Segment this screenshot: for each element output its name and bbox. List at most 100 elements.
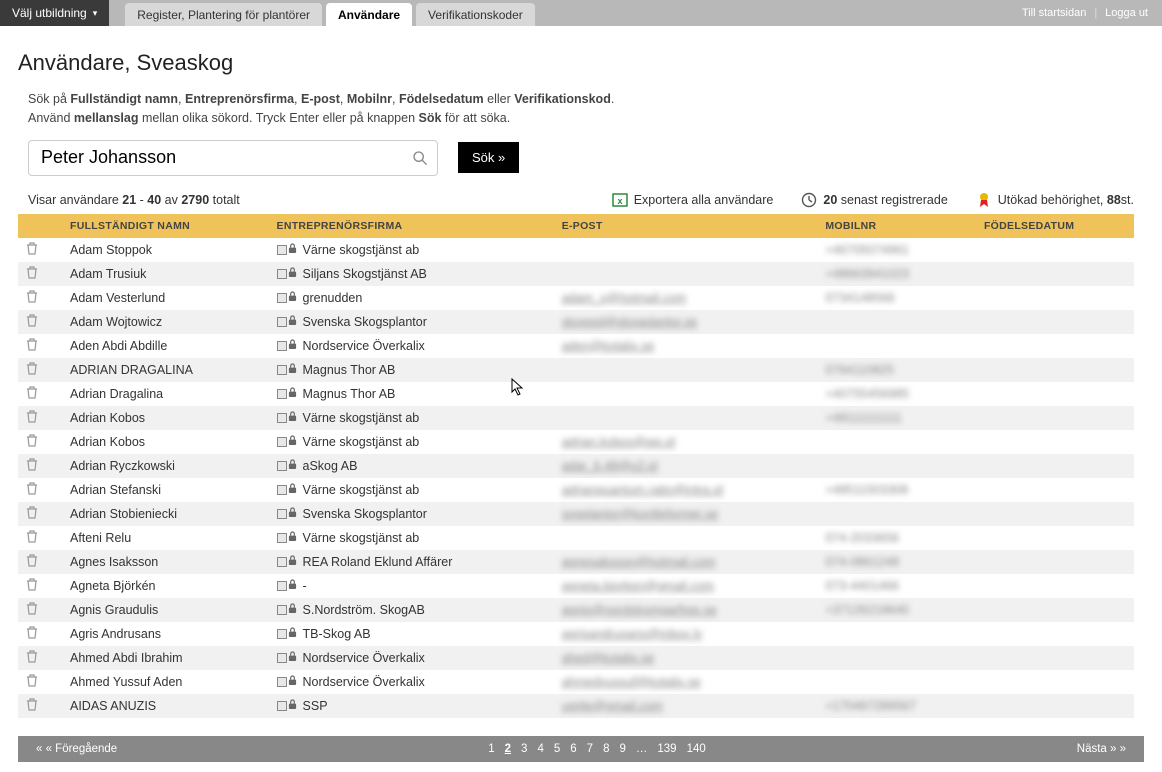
delete-button[interactable] [18, 646, 62, 670]
firm-icons[interactable] [277, 267, 297, 281]
pager-prev[interactable]: « « Föregående [36, 743, 117, 755]
firm-icons[interactable] [277, 627, 297, 641]
firm-icons[interactable] [277, 651, 297, 665]
delete-button[interactable] [18, 310, 62, 334]
firm-icons[interactable] [277, 579, 297, 593]
table-row[interactable]: Adrian DragalinaMagnus Thor AB+407554569… [18, 382, 1134, 406]
firm-icons[interactable] [277, 603, 297, 617]
table-row[interactable]: Adrian StobienieckiSvenska Skogsplantors… [18, 502, 1134, 526]
chevron-down-icon: ▾ [93, 8, 98, 19]
delete-button[interactable] [18, 622, 62, 646]
badge-icon [976, 192, 992, 208]
export-link[interactable]: x Exportera alla användare [612, 192, 774, 208]
delete-button[interactable] [18, 550, 62, 574]
delete-button[interactable] [18, 406, 62, 430]
delete-button[interactable] [18, 526, 62, 550]
delete-button[interactable] [18, 382, 62, 406]
table-row[interactable]: Adam Vesterlundgrenuddenadam_v@hotmail.c… [18, 286, 1134, 310]
recent-link[interactable]: 20 senast registrerade [801, 192, 947, 208]
table-row[interactable]: Adam TrusiukSiljans Skogstjänst AB+48663… [18, 262, 1134, 286]
cell-dob [976, 382, 1134, 406]
pager-page[interactable]: 3 [521, 743, 527, 755]
pager-page[interactable]: 9 [619, 743, 625, 755]
table-row[interactable]: AIDAS ANUZISSSPugrite@gmail.com+17046728… [18, 694, 1134, 718]
delete-button[interactable] [18, 358, 62, 382]
table-row[interactable]: Adrian KobosVärne skogstjänst abadrian.k… [18, 430, 1134, 454]
delete-button[interactable] [18, 598, 62, 622]
table-row[interactable]: Aden Abdi AbdilleNordservice Överkalixad… [18, 334, 1134, 358]
start-link[interactable]: Till startsidan [1022, 7, 1086, 19]
tab-users[interactable]: Användare [326, 3, 412, 26]
col-mobile[interactable]: MOBILNR [817, 214, 976, 238]
delete-button[interactable] [18, 478, 62, 502]
firm-icons[interactable] [277, 291, 297, 305]
firm-icons[interactable] [277, 387, 297, 401]
firm-icons[interactable] [277, 675, 297, 689]
delete-button[interactable] [18, 334, 62, 358]
search-input[interactable] [28, 140, 438, 176]
pager-page[interactable]: 1 [488, 743, 494, 755]
pager-next[interactable]: Nästa » » [1077, 743, 1126, 755]
showing-text: Visar användare 21 - 40 av 2790 totalt [28, 193, 240, 207]
table-row[interactable]: Ahmed Yussuf AdenNordservice Överkalixah… [18, 670, 1134, 694]
cell-dob [976, 310, 1134, 334]
firm-icons[interactable] [277, 555, 297, 569]
table-row[interactable]: Afteni ReluVärne skogstjänst ab074-20336… [18, 526, 1134, 550]
firm-icons[interactable] [277, 435, 297, 449]
col-dob[interactable]: FÖDELSEDATUM [976, 214, 1134, 238]
table-row[interactable]: Agris AndrusansTB-Skog ABagrisandrusans@… [18, 622, 1134, 646]
table-row[interactable]: Adrian KobosVärne skogstjänst ab+4811111… [18, 406, 1134, 430]
table-row[interactable]: Adrian StefanskiVärne skogstjänst abadri… [18, 478, 1134, 502]
table-row[interactable]: Ahmed Abdi IbrahimNordservice Överkalixa… [18, 646, 1134, 670]
delete-button[interactable] [18, 502, 62, 526]
delete-button[interactable] [18, 694, 62, 718]
firm-icons[interactable] [277, 459, 297, 473]
firm-icons[interactable] [277, 243, 297, 257]
col-email[interactable]: E-POST [554, 214, 818, 238]
firm-icons[interactable] [277, 699, 297, 713]
pager-page[interactable]: 2 [505, 743, 511, 755]
delete-button[interactable] [18, 574, 62, 598]
firm-icons[interactable] [277, 531, 297, 545]
choose-training-button[interactable]: Välj utbildning ▾ [0, 0, 109, 26]
col-name[interactable]: FULLSTÄNDIGT NAMN [62, 214, 269, 238]
logout-link[interactable]: Logga ut [1105, 7, 1148, 19]
table-row[interactable]: Adam StoppokVärne skogstjänst ab+4670507… [18, 238, 1134, 262]
delete-button[interactable] [18, 238, 62, 262]
pager-page[interactable]: 139 [657, 743, 676, 755]
cell-firm: Nordservice Överkalix [269, 646, 554, 670]
cell-name: Adam Stoppok [62, 238, 269, 262]
delete-button[interactable] [18, 454, 62, 478]
firm-icons[interactable] [277, 363, 297, 377]
table-row[interactable]: ADRIAN DRAGALINAMagnus Thor AB0764110825 [18, 358, 1134, 382]
table-row[interactable]: Agnes IsakssonREA Roland Eklund Affärera… [18, 550, 1134, 574]
tab-register[interactable]: Register, Plantering för plantörer [125, 3, 322, 26]
pager-page[interactable]: 5 [554, 743, 560, 755]
cell-mobile: 074-0861248 [817, 550, 976, 574]
delete-button[interactable] [18, 262, 62, 286]
firm-icons[interactable] [277, 507, 297, 521]
tab-verification-codes[interactable]: Verifikationskoder [416, 3, 535, 26]
pager-page[interactable]: 7 [587, 743, 593, 755]
delete-button[interactable] [18, 670, 62, 694]
firm-icons[interactable] [277, 411, 297, 425]
search-icon[interactable] [412, 150, 428, 166]
cell-dob [976, 694, 1134, 718]
pager-page[interactable]: 140 [687, 743, 706, 755]
table-row[interactable]: Adam WojtowiczSvenska Skogsplantorskogsp… [18, 310, 1134, 334]
firm-icons[interactable] [277, 315, 297, 329]
table-row[interactable]: Agneta Björkén-agneta.bjorken@gmail.com0… [18, 574, 1134, 598]
delete-button[interactable] [18, 430, 62, 454]
extended-link[interactable]: Utökad behörighet, 88st. [976, 192, 1134, 208]
table-row[interactable]: Agnis GraudulisS.Nordström. SkogABagnis@… [18, 598, 1134, 622]
firm-icons[interactable] [277, 483, 297, 497]
lock-icon [288, 651, 297, 665]
firm-icons[interactable] [277, 339, 297, 353]
pager-page[interactable]: 6 [570, 743, 576, 755]
pager-page[interactable]: 8 [603, 743, 609, 755]
col-firm[interactable]: ENTREPRENÖRSFIRMA [269, 214, 554, 238]
delete-button[interactable] [18, 286, 62, 310]
search-button[interactable]: Sök » [458, 142, 519, 173]
pager-page[interactable]: 4 [537, 743, 543, 755]
table-row[interactable]: Adrian RyczkowskiaSkog ABadar_6.48@o2.pl [18, 454, 1134, 478]
